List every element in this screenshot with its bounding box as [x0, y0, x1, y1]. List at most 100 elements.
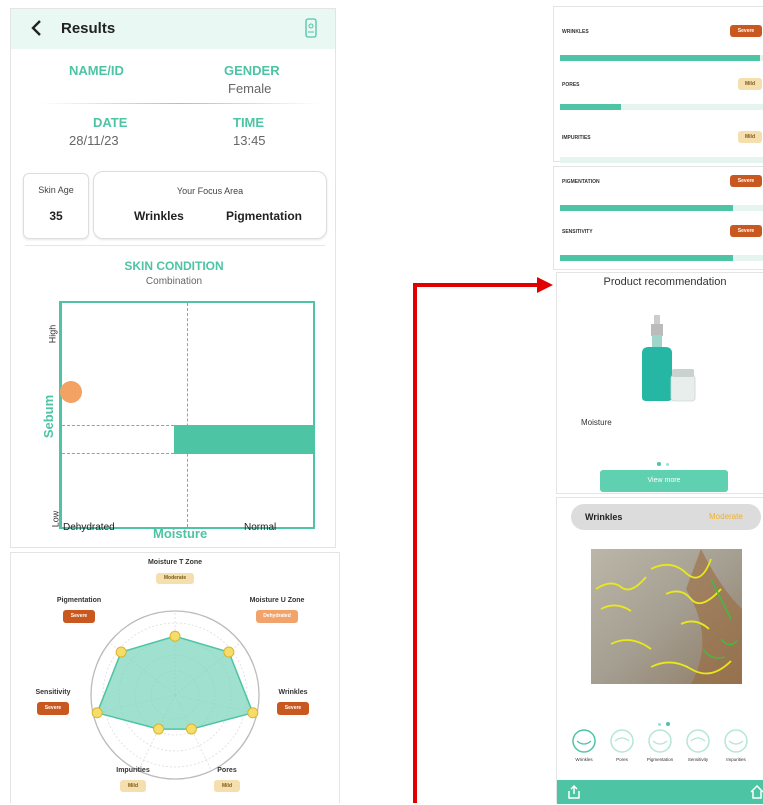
- radar-chart: [90, 610, 260, 780]
- radar-label-moisture-t: Moisture T Zone Moderate: [119, 559, 231, 584]
- radar-label-name: Impurities: [116, 767, 150, 774]
- analysis-card: Wrinkles Moderate Wrinkles Pores Pigment…: [556, 497, 763, 804]
- tab-impurities[interactable]: Impurities: [717, 728, 755, 772]
- status-badge: Severe: [730, 25, 762, 37]
- metric-name: SENSITIVITY: [562, 229, 593, 235]
- status-badge: Mild: [120, 780, 146, 792]
- metric-bar: [560, 205, 763, 211]
- y-low-label: Low: [50, 510, 61, 528]
- product-title: Product recommendation: [603, 276, 727, 288]
- radar-point: [153, 723, 165, 735]
- x-left-label: Dehydrated: [63, 522, 115, 533]
- device-icon[interactable]: [305, 18, 317, 38]
- x-right-label: Normal: [244, 522, 277, 533]
- metric-bar: [560, 255, 763, 261]
- combination-zone: [174, 425, 314, 454]
- tab-label: Wrinkles: [575, 757, 593, 762]
- radar-point: [169, 630, 181, 642]
- status-badge: Severe: [730, 175, 762, 187]
- status-badge: Severe: [37, 702, 69, 715]
- tab-pores[interactable]: Pores: [603, 728, 641, 772]
- skin-condition-title: SKIN CONDITION: [124, 259, 224, 273]
- divider: [25, 245, 325, 246]
- metric-row: WRINKLES Severe: [554, 25, 763, 78]
- radar-point: [223, 646, 235, 658]
- metric-bar: [560, 55, 763, 61]
- grid-line: [62, 453, 174, 454]
- metric-bar: [560, 104, 763, 110]
- radar-label-name: Wrinkles: [278, 689, 308, 696]
- time-label: TIME: [233, 115, 265, 130]
- metric-bar-fill: [560, 55, 760, 61]
- home-icon[interactable]: [750, 785, 763, 799]
- divider: [41, 103, 321, 104]
- gender-label: GENDER: [224, 63, 280, 78]
- view-more-button[interactable]: View more: [600, 470, 728, 492]
- share-icon[interactable]: [567, 784, 581, 800]
- grid-line: [187, 303, 188, 527]
- product-image: [642, 315, 696, 402]
- metric-row: PIGMENTATION Severe: [554, 175, 763, 225]
- sensitivity-icon: [686, 729, 710, 753]
- bottom-bar: [557, 780, 763, 804]
- skin-condition-value: Combination: [145, 276, 203, 287]
- tab-label: Impurities: [726, 757, 746, 762]
- status-badge: Mild: [738, 78, 762, 90]
- tab-sensitivity[interactable]: Sensitivity: [679, 728, 717, 772]
- chevron-left-icon: [31, 20, 41, 36]
- gender-value: Female: [228, 81, 272, 96]
- radar-label-moisture-u: Moisture U Zone Dehydrated: [237, 597, 317, 623]
- left-screen: Results NAME/ID GENDER Female DATE 28/11…: [10, 8, 336, 548]
- analysis-tabs: Wrinkles Pores Pigmentation Sensitivity Impu…: [565, 728, 763, 772]
- skin-age-card: Skin Age 35: [23, 173, 89, 239]
- metrics-card-b: PIGMENTATION Severe SENSITIVITY Severe: [553, 166, 763, 270]
- pigmentation-icon: [648, 729, 672, 753]
- tab-wrinkles[interactable]: Wrinkles: [565, 728, 603, 772]
- radar-label-name: Moisture U Zone: [249, 597, 305, 604]
- metrics-card-a: WRINKLES Severe PORES Mild IMPURITIES Mild: [553, 6, 763, 163]
- metric-name: IMPURITIES: [562, 135, 591, 141]
- back-button[interactable]: [27, 17, 47, 39]
- skin-age-value: 35: [49, 209, 63, 223]
- carousel-dots[interactable]: [657, 453, 670, 471]
- x-axis-label: Moisture: [153, 526, 208, 541]
- analysis-header: Wrinkles Moderate: [571, 504, 761, 530]
- radar-point: [115, 646, 127, 658]
- status-badge: Severe: [277, 702, 309, 715]
- radar-point: [91, 707, 103, 719]
- radar-point: [247, 707, 259, 719]
- radar-point: [185, 723, 197, 735]
- product-card: Product recommendation Moisture View mor…: [556, 272, 763, 494]
- focus-item: Pigmentation: [226, 209, 303, 223]
- tab-label: Pores: [616, 757, 628, 762]
- status-badge: Moderate: [156, 573, 194, 584]
- pores-icon: [610, 729, 634, 753]
- date-label: DATE: [93, 115, 128, 130]
- radar-label-name: Moisture T Zone: [147, 559, 203, 566]
- radar-label-name: Pores: [217, 767, 237, 774]
- impurities-icon: [724, 729, 748, 753]
- radar-label-wrinkles: Wrinkles Severe: [269, 689, 317, 715]
- y-axis-label: Sebum: [41, 394, 57, 439]
- radar-label-pores: Pores Mild: [203, 767, 251, 792]
- wrinkle-analysis-image: [591, 549, 742, 684]
- metric-bar-fill: [560, 205, 734, 211]
- skin-age-label: Skin Age: [38, 185, 74, 195]
- analysis-level: Moderate: [709, 512, 743, 521]
- metric-name: WRINKLES: [562, 29, 589, 35]
- metric-name: PORES: [562, 82, 580, 88]
- date-value: 28/11/23: [69, 133, 119, 148]
- name-label: NAME/ID: [69, 63, 124, 78]
- product-name: Moisture: [581, 418, 612, 427]
- sebum-marker: [60, 381, 82, 403]
- focus-area-card: Your Focus Area Wrinkles Pigmentation: [93, 171, 327, 239]
- metric-bar-fill: [560, 104, 622, 110]
- metric-row: SENSITIVITY Severe: [554, 225, 763, 275]
- status-badge: Severe: [63, 610, 95, 623]
- radar-label-name: Pigmentation: [56, 597, 102, 604]
- focus-item: Wrinkles: [134, 209, 184, 223]
- wrinkles-icon: [572, 729, 596, 753]
- tab-pigmentation[interactable]: Pigmentation: [641, 728, 679, 772]
- analysis-label: Wrinkles: [585, 512, 623, 522]
- results-header: Results: [11, 9, 335, 49]
